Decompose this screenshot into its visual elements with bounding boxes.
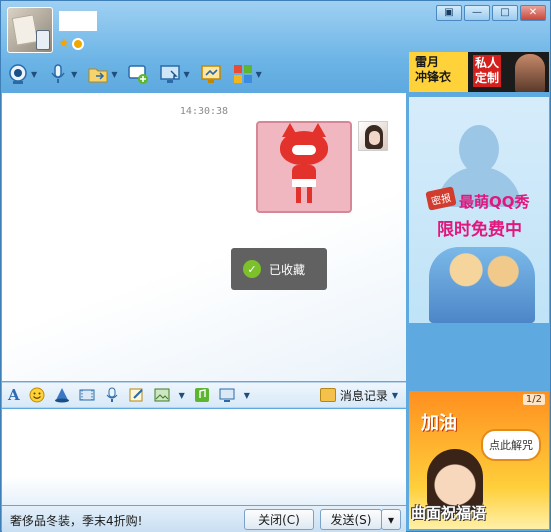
promo-link[interactable]: 奢侈品冬装，季末4折购!: [10, 512, 142, 529]
remote-desktop-icon: [160, 65, 181, 83]
chat-window: ★ ▣ — □ ✕ ▼ ▼ ▼ ▼ ▼ 雷月 冲锋衣 私人 定制 14:30:3…: [0, 0, 551, 532]
apps-grid-icon: [233, 65, 252, 83]
ad-headline: 加油: [421, 413, 457, 434]
bottom-ad[interactable]: 1/2 加油 点此解咒 曲面祝福语: [409, 391, 549, 529]
emoji-icon[interactable]: [29, 387, 45, 403]
chevron-down-icon[interactable]: ▼: [71, 70, 77, 79]
sender-avatar[interactable]: [358, 121, 388, 151]
qzone-icon[interactable]: [71, 38, 84, 50]
chevron-down-icon[interactable]: ▼: [183, 70, 189, 79]
window-controls: ▣ — □ ✕: [436, 5, 546, 21]
film-icon[interactable]: [79, 387, 95, 403]
fox-paws: [292, 145, 316, 155]
ad-pager[interactable]: 1/2: [522, 394, 545, 405]
history-label: 消息记录: [339, 388, 388, 403]
ad-footer-text: 曲面祝福语: [411, 504, 487, 522]
message-history[interactable]: 14:30:38 ✓ 已收藏: [2, 93, 406, 381]
fox-ear-left: [282, 123, 298, 137]
screenshot-icon[interactable]: [154, 387, 170, 403]
webcam-icon: [9, 64, 27, 84]
avatar-phone-shape: [36, 30, 50, 50]
bottom-bar: 奢侈品冬装，季末4折购! 关闭(C) 发送(S) ▾: [2, 506, 406, 532]
message-input[interactable]: [2, 409, 406, 505]
chevron-down-icon[interactable]: ▼: [179, 391, 185, 400]
chevron-down-icon[interactable]: ▼: [244, 391, 250, 400]
star-icon[interactable]: ★: [58, 37, 70, 50]
saved-toast: ✓ 已收藏: [231, 248, 327, 290]
fox-sticker-diaper: [292, 179, 316, 187]
message-timestamp: 14:30:38: [179, 106, 229, 117]
voice-call-button[interactable]: ▼: [45, 61, 79, 87]
skin-button[interactable]: ▣: [436, 5, 462, 21]
remote-assist-button[interactable]: ▼: [157, 61, 191, 87]
ad-top-left-text: 雷月 冲锋衣: [415, 55, 452, 84]
font-icon[interactable]: A: [8, 387, 20, 403]
ad-bubble[interactable]: 点此解咒: [481, 429, 541, 461]
send-file-button[interactable]: ▼: [85, 61, 119, 87]
chat-add-icon: [128, 65, 149, 84]
music-icon[interactable]: [194, 387, 210, 403]
ad-top-right-text: 私人 定制: [473, 55, 502, 87]
fox-sticker-head: [280, 123, 328, 165]
apps-button[interactable]: ▼: [230, 61, 264, 87]
close-window-button[interactable]: ✕: [520, 5, 546, 21]
avatar-tablet-shape: [11, 14, 39, 46]
ad-model-image: [515, 54, 545, 92]
input-toolbar: A ▼ ▼ 消息记录 ▼: [2, 382, 406, 408]
contact-status-icons: ★: [58, 37, 84, 50]
microphone-icon: [51, 64, 65, 83]
fox-ear-right: [310, 123, 326, 137]
sticker-message[interactable]: [256, 121, 352, 213]
send-button[interactable]: 发送(S): [320, 509, 382, 530]
chevron-down-icon[interactable]: ▼: [256, 70, 262, 79]
history-icon: [319, 388, 336, 402]
contact-name-redacted: [59, 11, 97, 31]
ad-side-tag: 密报: [425, 186, 457, 211]
chevron-down-icon[interactable]: ▼: [31, 70, 37, 79]
folder-icon: [88, 68, 108, 83]
chevron-down-icon[interactable]: ▼: [111, 70, 117, 79]
fox-sticker-legs: [296, 187, 312, 203]
video-call-button[interactable]: ▼: [5, 61, 39, 87]
voice-message-icon[interactable]: [104, 387, 120, 403]
share-screen-button[interactable]: [198, 61, 224, 87]
maximize-button[interactable]: □: [492, 5, 518, 21]
avatar-silhouette-head: [459, 125, 499, 173]
toast-text: 已收藏: [269, 262, 306, 277]
create-group-button[interactable]: [125, 61, 151, 87]
check-icon: ✓: [243, 260, 261, 278]
contact-avatar[interactable]: [7, 7, 53, 53]
send-options-button[interactable]: ▾: [381, 509, 401, 530]
magic-emoji-icon[interactable]: [54, 387, 70, 403]
ad-side-line1: 最萌QQ秀: [459, 193, 530, 211]
message-history-button[interactable]: 消息记录 ▼: [319, 387, 398, 404]
banner-ad-top[interactable]: 雷月 冲锋衣 私人 定制: [409, 52, 549, 92]
chevron-down-icon[interactable]: ▼: [392, 391, 398, 400]
close-button[interactable]: 关闭(C): [244, 509, 314, 530]
ad-cartoon-kids: [429, 247, 535, 323]
handwriting-icon[interactable]: [129, 387, 145, 403]
screen-share-icon: [200, 65, 221, 83]
screen-share-small-icon[interactable]: [219, 387, 235, 403]
qq-show-ad[interactable]: 密报 最萌QQ秀 限时免费中: [409, 97, 549, 323]
ad-side-line2: 限时免费中: [437, 220, 522, 240]
avatar-face: [369, 131, 380, 145]
chat-toolbar: ▼ ▼ ▼ ▼ ▼: [5, 60, 403, 88]
minimize-button[interactable]: —: [464, 5, 490, 21]
